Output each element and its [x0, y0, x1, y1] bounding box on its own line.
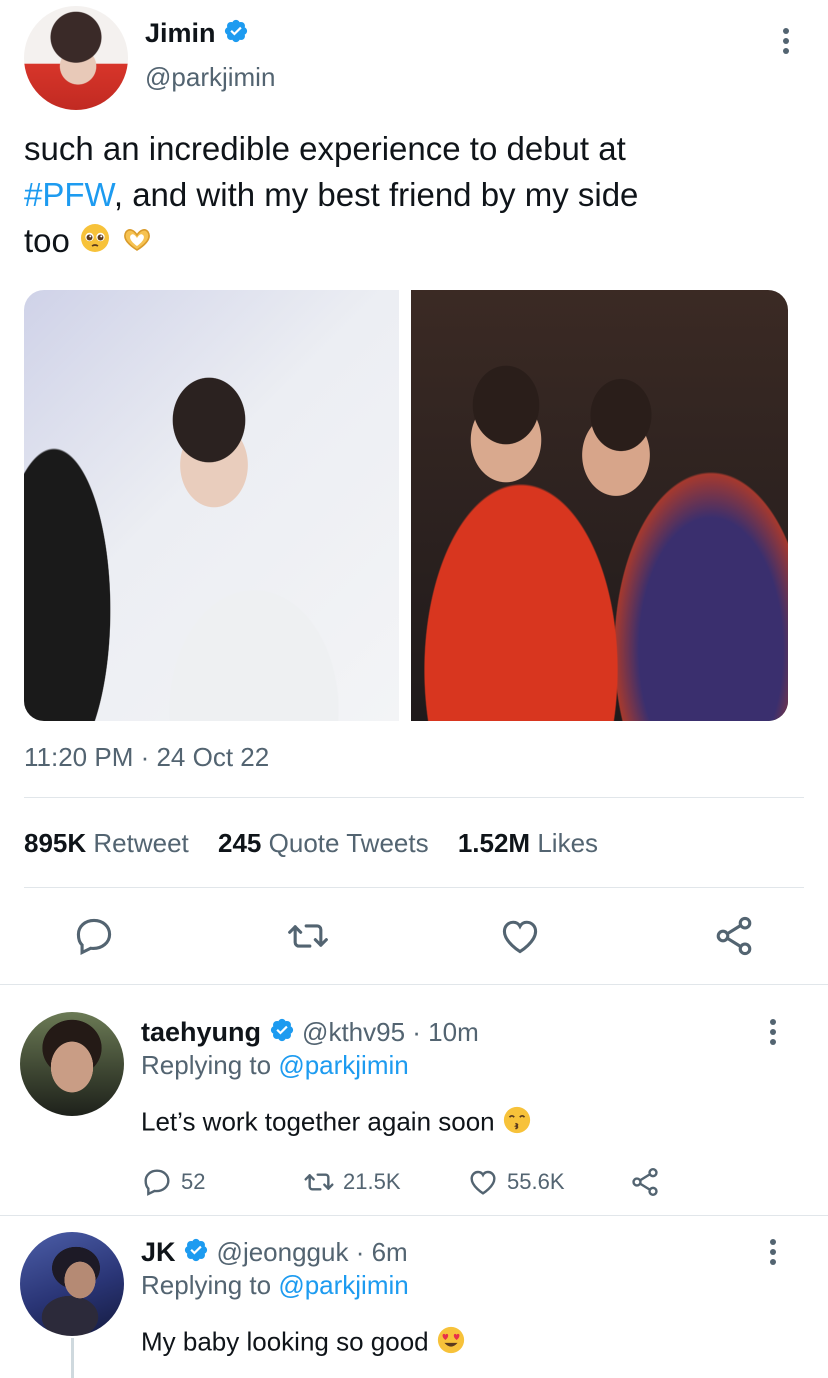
retweet-icon[interactable]	[286, 914, 330, 958]
likes-stat[interactable]: 1.52M Likes	[458, 828, 598, 858]
tweet-text-line3: too	[24, 222, 70, 259]
reply-count: 52	[181, 1169, 206, 1194]
tweet-text: such an incredible experience to debut a…	[24, 126, 804, 266]
reply-icon[interactable]	[72, 914, 116, 958]
mention-link[interactable]: @parkjimin	[278, 1050, 408, 1080]
tweet-timestamp[interactable]: 11:20 PM · 24 Oct 22	[24, 742, 269, 773]
hashtag-link[interactable]: #PFW	[24, 176, 114, 213]
like-icon	[470, 1170, 496, 1195]
verified-badge-icon	[223, 18, 249, 51]
divider	[24, 887, 804, 888]
verified-badge-icon	[269, 1017, 295, 1050]
author-name[interactable]: Jimin	[145, 18, 249, 51]
reply-count-button[interactable]: 52	[141, 1166, 303, 1198]
reply-handle-time[interactable]: @jeongguk · 6m	[217, 1237, 408, 1267]
media-photo-2[interactable]	[411, 290, 788, 721]
tweet-text-line2: , and with my best friend by my side	[113, 176, 639, 213]
pleading-face-emoji-icon	[79, 220, 111, 266]
retweet-count-button[interactable]: 21.5K	[303, 1166, 467, 1198]
replying-to: Replying to @parkjimin	[141, 1050, 409, 1081]
heart-hands-emoji-icon	[120, 220, 154, 266]
author-handle[interactable]: @parkjimin	[145, 62, 275, 93]
replying-to-label: Replying to	[141, 1050, 272, 1080]
reply-icon	[144, 1169, 170, 1196]
mention-link[interactable]: @parkjimin	[278, 1270, 408, 1300]
reply-author-name[interactable]: JK	[141, 1237, 176, 1267]
reply-text: My baby looking so good	[141, 1325, 466, 1362]
reply-header: taehyung @kthv95 · 10m	[141, 1017, 479, 1050]
share-icon	[632, 1168, 658, 1196]
thread-line	[71, 1338, 74, 1378]
tweet-text-line1: such an incredible experience to debut a…	[24, 130, 626, 167]
reply-text: Let’s work together again soon	[141, 1105, 532, 1142]
more-options-icon[interactable]	[769, 1019, 777, 1049]
reply-header: JK @jeongguk · 6m	[141, 1237, 408, 1270]
divider	[0, 1215, 828, 1216]
reply-text-content: My baby looking so good	[141, 1326, 429, 1357]
tweet-media[interactable]	[24, 290, 788, 721]
reply-actions: 52 21.5K 55.6K	[141, 1166, 669, 1198]
reply-handle-time[interactable]: @kthv95 · 10m	[302, 1017, 479, 1047]
media-photo-1[interactable]	[24, 290, 399, 721]
retweet-icon	[304, 1173, 334, 1191]
author-name-text: Jimin	[145, 18, 216, 48]
reply-author-name[interactable]: taehyung	[141, 1017, 261, 1047]
like-icon[interactable]	[498, 914, 542, 958]
heart-eyes-face-emoji-icon	[436, 1325, 466, 1362]
retweet-count: 21.5K	[343, 1169, 401, 1194]
reply-text-content: Let’s work together again soon	[141, 1106, 495, 1137]
more-options-icon[interactable]	[769, 1239, 777, 1269]
tweet-stats: 895K Retweet 245 Quote Tweets 1.52M Like…	[24, 828, 598, 859]
quotes-stat[interactable]: 245 Quote Tweets	[218, 828, 429, 858]
retweets-stat[interactable]: 895K Retweet	[24, 828, 189, 858]
divider	[0, 984, 828, 985]
divider	[24, 797, 804, 798]
replying-to-label: Replying to	[141, 1270, 272, 1300]
share-icon[interactable]	[712, 914, 756, 958]
verified-badge-icon	[183, 1237, 209, 1270]
replying-to: Replying to @parkjimin	[141, 1270, 409, 1301]
kissing-face-emoji-icon	[502, 1105, 532, 1142]
like-count-button[interactable]: 55.6K	[467, 1166, 629, 1198]
share-button[interactable]	[629, 1166, 669, 1198]
reply-avatar[interactable]	[20, 1232, 124, 1336]
like-count: 55.6K	[507, 1169, 565, 1194]
reply-avatar[interactable]	[20, 1012, 124, 1116]
more-options-icon[interactable]	[782, 28, 790, 58]
author-avatar[interactable]	[24, 6, 128, 110]
